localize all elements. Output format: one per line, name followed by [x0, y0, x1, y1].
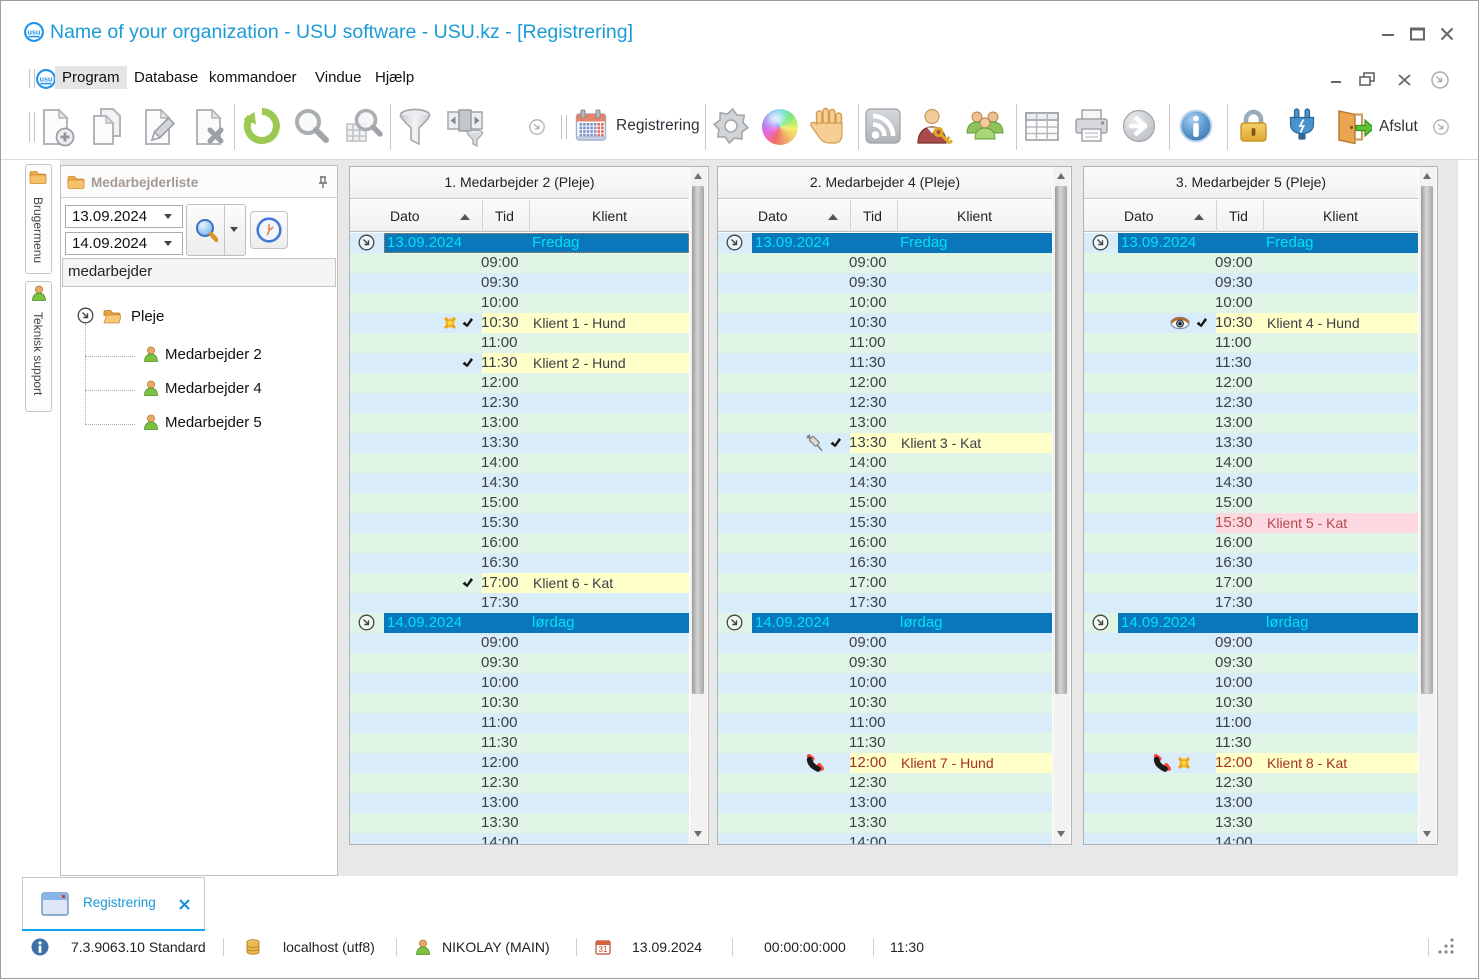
- svg-text:usu: usu: [40, 75, 53, 84]
- svg-text:31: 31: [599, 945, 608, 954]
- svg-text:usu: usu: [28, 28, 41, 37]
